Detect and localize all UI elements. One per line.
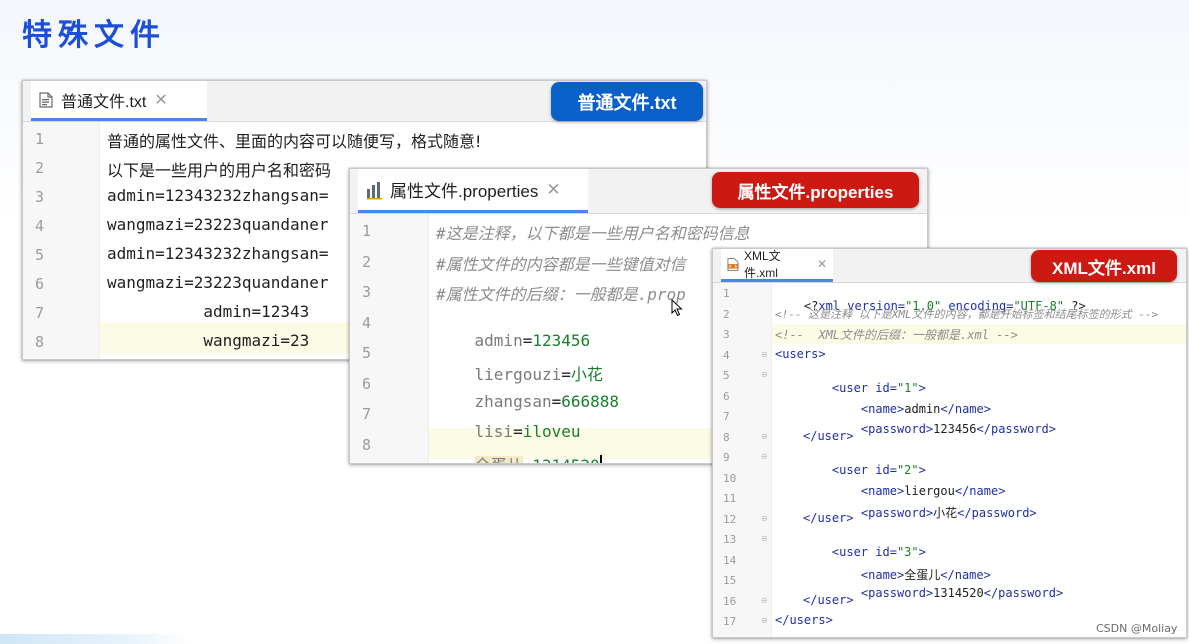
line-number: 11: [723, 492, 737, 505]
xml-password-line: <password>123456</password>: [832, 408, 1056, 450]
line-number: 14: [723, 554, 737, 567]
xml-file-badge: XML文件.xml: [1031, 250, 1177, 282]
line-number: 6: [362, 375, 372, 393]
code-line: admin=12343232zhangsan=: [107, 186, 329, 205]
txt-file-badge: 普通文件.txt: [551, 82, 703, 121]
line-number: 7: [362, 405, 372, 423]
xml-user-close: </user>: [803, 593, 854, 607]
line-number: 15: [723, 574, 737, 587]
xml-tag: </password>: [983, 586, 1064, 600]
line-number: 5: [362, 344, 372, 362]
code-line: 普通的属性文件、里面的内容可以随便写，格式随意!: [107, 132, 482, 151]
property-value: 1314520: [532, 456, 599, 463]
property-entry[interactable]: 全蛋儿=1314520: [436, 433, 602, 463]
properties-file-badge: 属性文件.properties: [712, 172, 919, 208]
xml-user-close: </user>: [803, 511, 854, 525]
line-number: 16: [723, 595, 737, 608]
line-number: 8: [723, 431, 730, 444]
decorative-wave: [0, 634, 190, 644]
tab-properties-title: 属性文件.properties: [390, 182, 539, 201]
xml-tag: <password>: [860, 586, 934, 600]
line-number: 3: [362, 283, 372, 301]
line-number: 2: [35, 159, 45, 177]
line-number: 4: [35, 217, 45, 235]
text-file-icon: [39, 91, 53, 108]
text-caret: [599, 455, 602, 463]
xml-tag: </password>: [976, 422, 1056, 436]
tab-properties-file[interactable]: 属性文件.properties ✕: [358, 169, 588, 213]
xml-editor-window: XML文件.xml ✕ 1 2 3 4 5 6 7 8 9 10 11 12 1…: [712, 248, 1187, 638]
properties-file-icon: [367, 181, 382, 199]
line-number: 13: [723, 533, 737, 546]
txt-line-gutter: [23, 122, 100, 359]
comment-line: #属性文件的后缀：一般都是.prop: [436, 285, 686, 304]
xml-tag: <password>: [860, 422, 934, 436]
line-number: 2: [362, 253, 372, 271]
line-number: 10: [723, 472, 737, 485]
xml-users-close: </users>: [775, 613, 833, 627]
property-key: 全蛋儿: [474, 456, 523, 463]
line-number: 7: [723, 410, 730, 423]
xml-user-close: </user>: [803, 429, 854, 443]
line-number: 6: [723, 390, 730, 403]
tab-txt-file[interactable]: 普通文件.txt ✕: [31, 81, 207, 121]
tab-xml-title: XML文件.xml: [743, 249, 781, 280]
line-number: 9: [723, 451, 730, 464]
xml-password-line: <password>1314520</password>: [832, 572, 1063, 614]
mouse-cursor-icon: [671, 299, 683, 317]
xml-tag: <password>: [860, 506, 934, 520]
line-number: 1: [362, 222, 372, 240]
prop-line-gutter: [350, 214, 429, 463]
xml-text: 小花: [933, 506, 958, 520]
fold-icon[interactable]: ⊖: [761, 370, 768, 379]
fold-icon[interactable]: ⊖: [761, 514, 768, 523]
xml-text: 123456: [933, 422, 977, 436]
code-line: wangmazi=23: [107, 331, 310, 350]
line-number: 5: [723, 369, 730, 382]
line-number: 6: [35, 275, 45, 293]
xml-users-open: <users>: [775, 347, 826, 361]
line-number: 4: [723, 349, 730, 362]
code-line: admin=12343: [107, 302, 310, 321]
line-number: 3: [723, 328, 730, 341]
line-number: 8: [35, 333, 45, 351]
xml-comment: <!-- XML文件的后缀：一般都是.xml -->: [775, 328, 1018, 342]
watermark: CSDN @Moliay: [1096, 622, 1178, 635]
line-number: 8: [362, 436, 372, 454]
property-equals: =: [523, 456, 533, 463]
line-number: 17: [723, 615, 737, 628]
slide-title: 特殊文件: [22, 18, 166, 53]
code-line: admin=12343232zhangsan=: [107, 244, 329, 263]
line-number: 5: [35, 246, 45, 264]
xml-file-icon: [727, 257, 739, 271]
comment-line: #属性文件的内容都是一些键值对信: [436, 255, 686, 274]
code-line: wangmazi=23223quandaner: [107, 273, 329, 292]
fold-icon[interactable]: ⊖: [761, 616, 768, 625]
line-number: 1: [723, 287, 730, 300]
line-number: 4: [362, 314, 372, 332]
close-icon[interactable]: ✕: [546, 180, 560, 200]
line-number: 12: [723, 513, 737, 526]
line-number: 1: [35, 130, 45, 148]
xml-tag: </password>: [957, 506, 1037, 520]
fold-icon[interactable]: ⊖: [761, 534, 768, 543]
close-icon[interactable]: ✕: [154, 90, 167, 110]
fold-icon[interactable]: ⊖: [761, 596, 768, 605]
fold-icon[interactable]: ⊖: [761, 432, 768, 441]
line-number: 3: [35, 188, 45, 206]
xml-text: 1314520: [933, 586, 984, 600]
fold-icon[interactable]: ⊖: [761, 452, 768, 461]
fold-icon[interactable]: ⊖: [761, 350, 768, 359]
code-line: 以下是一些用户的用户名和密码: [107, 161, 332, 180]
close-icon[interactable]: ✕: [817, 257, 827, 271]
tab-xml-file[interactable]: XML文件.xml ✕: [721, 249, 833, 282]
xml-comment: <!-- 这是注释 以下是XML文件的内容，都是开始标签和结尾标签的形式 -->: [775, 308, 1159, 321]
code-line: wangmazi=23223quandaner: [107, 215, 329, 234]
comment-line: #这是注释，以下都是一些用户名和密码信息: [436, 224, 750, 243]
xml-password-line: <password>小花</password>: [832, 490, 1037, 535]
line-number: 7: [35, 304, 45, 322]
line-number: 2: [723, 308, 730, 321]
tab-txt-title: 普通文件.txt: [61, 93, 147, 111]
